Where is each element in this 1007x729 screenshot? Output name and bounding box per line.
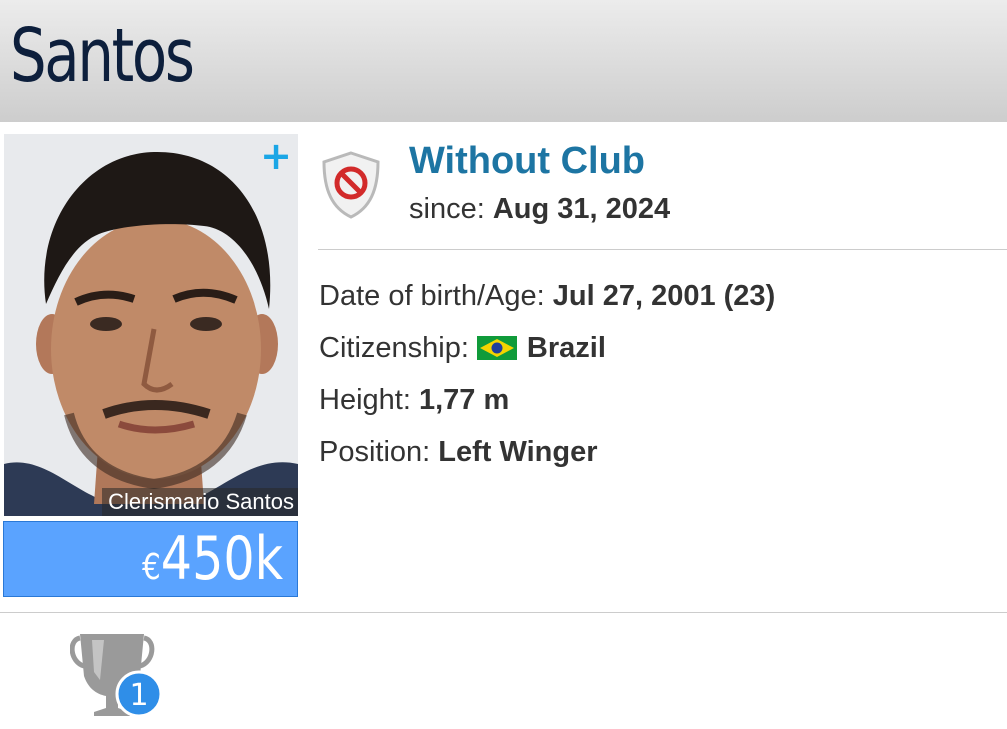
player-name: Santos <box>10 13 195 99</box>
market-value-currency: € <box>141 547 161 588</box>
market-value-amount: 450k <box>160 524 283 594</box>
achievements-trophy[interactable]: 1 <box>69 628 166 722</box>
since-date: Aug 31, 2024 <box>492 193 671 225</box>
height-label: Height: <box>319 384 411 416</box>
club-name-link[interactable]: Without Club <box>409 138 645 184</box>
trophy-icon: 1 <box>69 634 163 718</box>
citizenship-value[interactable]: Brazil <box>527 332 606 364</box>
info-divider <box>318 249 1007 250</box>
birth-label: Date of birth/Age: <box>319 280 545 312</box>
player-photo[interactable]: Clerismario Santos <box>4 134 298 516</box>
achievements-divider <box>0 612 1007 613</box>
position-value: Left Winger <box>438 436 598 468</box>
position-label: Position: <box>319 436 431 468</box>
info-row-position: Position: Left Winger <box>319 432 598 472</box>
info-row-citizenship: Citizenship: Brazil <box>319 328 606 368</box>
page-header: Santos <box>0 0 1007 122</box>
market-value-box[interactable]: €450k <box>3 521 298 597</box>
info-row-birth: Date of birth/Age: Jul 27, 2001 (23) <box>319 276 775 316</box>
player-portrait-image <box>4 134 298 516</box>
birth-value: Jul 27, 2001 (23) <box>552 280 776 312</box>
height-value: 1,77 m <box>418 384 510 416</box>
brazil-flag-icon <box>476 336 517 360</box>
since-label: since: <box>409 193 485 225</box>
market-value: €450k <box>142 524 283 603</box>
info-row-height: Height: 1,77 m <box>319 380 509 420</box>
citizenship-label: Citizenship: <box>319 332 469 364</box>
trophy-count: 1 <box>129 678 148 713</box>
club-since: since: Aug 31, 2024 <box>409 190 670 228</box>
photo-caption: Clerismario Santos <box>102 488 298 516</box>
add-photo-plus-icon[interactable]: + <box>258 137 294 175</box>
no-club-shield-icon <box>322 151 380 219</box>
